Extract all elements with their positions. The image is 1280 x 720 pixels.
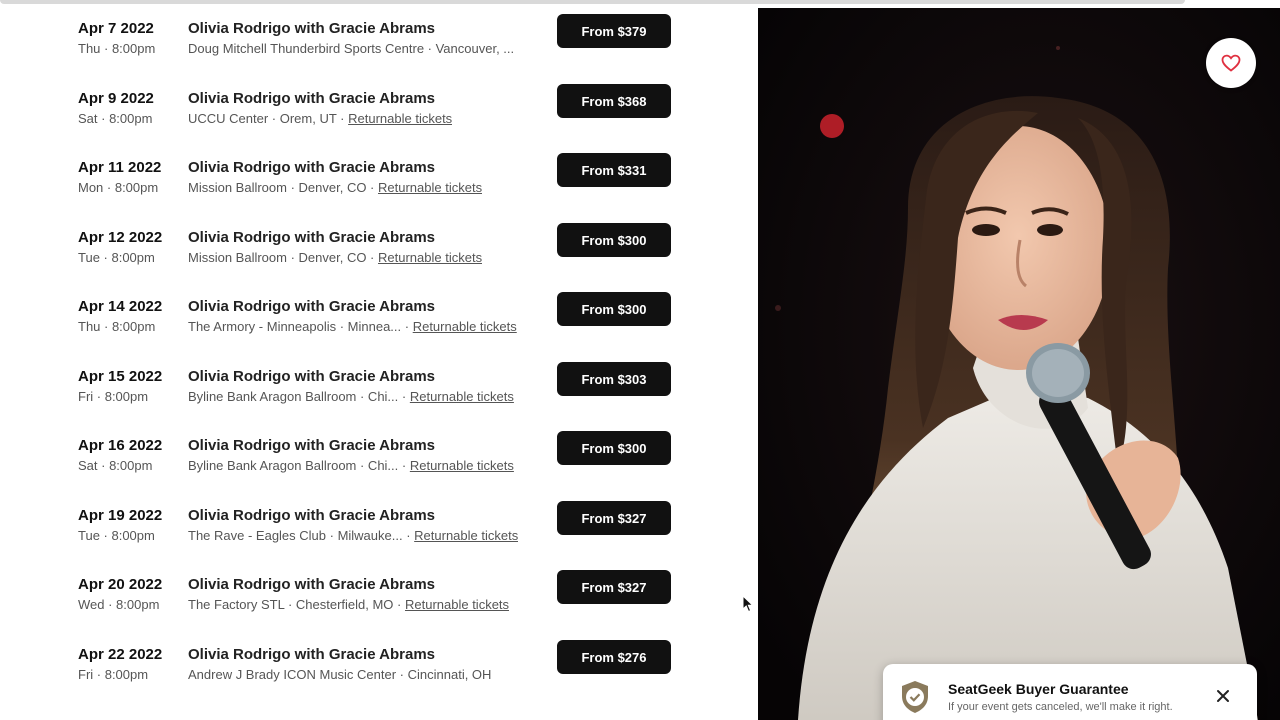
event-title[interactable]: Olivia Rodrigo with Gracie Abrams <box>188 368 435 385</box>
event-row[interactable]: Apr 19 2022 Tue · 8:00pm Olivia Rodrigo wi… <box>0 501 758 577</box>
event-venue: Mission Ballroom · Denver, CO · <box>188 180 375 195</box>
returnable-tickets-link[interactable]: Returnable tickets <box>413 319 517 334</box>
price-button[interactable]: From $368 <box>557 84 671 118</box>
artist-photo-image <box>758 8 1280 720</box>
event-date: Apr 20 2022 <box>78 576 163 593</box>
close-icon[interactable] <box>1213 686 1233 706</box>
event-date: Apr 9 2022 <box>78 90 154 107</box>
returnable-tickets-link[interactable]: Returnable tickets <box>378 180 482 195</box>
event-row[interactable]: Apr 16 2022 Sat · 8:00pm Olivia Rodrigo wi… <box>0 431 758 507</box>
event-row[interactable]: Apr 20 2022 Wed · 8:00pm Olivia Rodrigo wi… <box>0 570 758 646</box>
event-title[interactable]: Olivia Rodrigo with Gracie Abrams <box>188 90 435 107</box>
event-time: Fri · 8:00pm <box>78 667 149 682</box>
price-button[interactable]: From $276 <box>557 640 671 674</box>
event-time: Sat · 8:00pm <box>78 458 153 473</box>
event-date: Apr 16 2022 <box>78 437 163 454</box>
heart-icon <box>1221 54 1241 72</box>
event-date: Apr 14 2022 <box>78 298 163 315</box>
price-button[interactable]: From $300 <box>557 223 671 257</box>
mouse-cursor-icon <box>742 595 754 613</box>
artist-photo <box>758 8 1280 720</box>
event-row[interactable]: Apr 12 2022 Tue · 8:00pm Olivia Rodrigo wi… <box>0 223 758 299</box>
guarantee-subtitle: If your event gets canceled, we'll make … <box>948 701 1173 713</box>
event-title[interactable]: Olivia Rodrigo with Gracie Abrams <box>188 646 435 663</box>
returnable-tickets-link[interactable]: Returnable tickets <box>348 111 452 126</box>
event-venue-line: Andrew J Brady ICON Music Center · Cinci… <box>188 667 491 682</box>
event-venue: The Factory STL · Chesterfield, MO · <box>188 597 402 612</box>
event-venue-line: The Factory STL · Chesterfield, MO · Ret… <box>188 597 509 612</box>
event-title[interactable]: Olivia Rodrigo with Gracie Abrams <box>188 159 435 176</box>
event-venue: Andrew J Brady ICON Music Center · Cinci… <box>188 667 492 682</box>
price-button[interactable]: From $379 <box>557 14 671 48</box>
event-time: Sat · 8:00pm <box>78 111 153 126</box>
event-venue-line: Mission Ballroom · Denver, CO · Returnab… <box>188 180 482 195</box>
event-venue-line: Byline Bank Aragon Ballroom · Chi... · R… <box>188 458 514 473</box>
event-venue: Mission Ballroom · Denver, CO · <box>188 250 375 265</box>
event-venue-line: Doug Mitchell Thunderbird Sports Centre … <box>188 41 514 56</box>
event-title[interactable]: Olivia Rodrigo with Gracie Abrams <box>188 576 435 593</box>
event-time: Mon · 8:00pm <box>78 180 159 195</box>
event-title[interactable]: Olivia Rodrigo with Gracie Abrams <box>188 229 435 246</box>
event-time: Wed · 8:00pm <box>78 597 160 612</box>
event-venue-line: UCCU Center · Orem, UT · Returnable tick… <box>188 111 452 126</box>
event-time: Tue · 8:00pm <box>78 528 155 543</box>
returnable-tickets-link[interactable]: Returnable tickets <box>410 458 514 473</box>
event-time: Thu · 8:00pm <box>78 41 156 56</box>
event-venue: Byline Bank Aragon Ballroom · Chi... · <box>188 458 407 473</box>
event-title[interactable]: Olivia Rodrigo with Gracie Abrams <box>188 20 435 37</box>
event-venue-line: The Rave - Eagles Club · Milwauke... · R… <box>188 528 518 543</box>
event-venue-line: Byline Bank Aragon Ballroom · Chi... · R… <box>188 389 514 404</box>
event-venue-line: The Armory - Minneapolis · Minnea... · R… <box>188 319 517 334</box>
event-venue: Doug Mitchell Thunderbird Sports Centre … <box>188 41 515 56</box>
event-date: Apr 11 2022 <box>78 159 162 176</box>
event-venue: UCCU Center · Orem, UT · <box>188 111 345 126</box>
event-title[interactable]: Olivia Rodrigo with Gracie Abrams <box>188 507 435 524</box>
event-row[interactable]: Apr 11 2022 Mon · 8:00pm Olivia Rodrigo wi… <box>0 153 758 229</box>
event-time: Tue · 8:00pm <box>78 250 155 265</box>
returnable-tickets-link[interactable]: Returnable tickets <box>378 250 482 265</box>
returnable-tickets-link[interactable]: Returnable tickets <box>414 528 518 543</box>
price-button[interactable]: From $300 <box>557 431 671 465</box>
price-button[interactable]: From $327 <box>557 570 671 604</box>
event-venue: The Rave - Eagles Club · Milwauke... · <box>188 528 411 543</box>
event-date: Apr 12 2022 <box>78 229 163 246</box>
buyer-guarantee-banner: SeatGeek Buyer Guarantee If your event g… <box>883 664 1257 720</box>
event-row[interactable]: Apr 14 2022 Thu · 8:00pm Olivia Rodrigo wi… <box>0 292 758 368</box>
event-row[interactable]: Apr 22 2022 Fri · 8:00pm Olivia Rodrigo wi… <box>0 640 758 716</box>
event-date: Apr 7 2022 <box>78 20 154 37</box>
event-venue-line: Mission Ballroom · Denver, CO · Returnab… <box>188 250 482 265</box>
event-date: Apr 15 2022 <box>78 368 163 385</box>
event-row[interactable]: Apr 7 2022 Thu · 8:00pm Olivia Rodrigo wit… <box>0 14 758 90</box>
price-button[interactable]: From $327 <box>557 501 671 535</box>
event-row[interactable]: Apr 9 2022 Sat · 8:00pm Olivia Rodrigo wit… <box>0 84 758 160</box>
price-button[interactable]: From $303 <box>557 362 671 396</box>
event-date: Apr 19 2022 <box>78 507 163 524</box>
event-time: Fri · 8:00pm <box>78 389 149 404</box>
guarantee-title: SeatGeek Buyer Guarantee <box>948 681 1129 697</box>
event-date: Apr 22 2022 <box>78 646 163 663</box>
event-venue: The Armory - Minneapolis · Minnea... · <box>188 319 410 334</box>
event-list: Apr 7 2022 Thu · 8:00pm Olivia Rodrigo wit… <box>0 0 758 720</box>
event-venue: Byline Bank Aragon Ballroom · Chi... · <box>188 389 407 404</box>
event-title[interactable]: Olivia Rodrigo with Gracie Abrams <box>188 437 435 454</box>
shield-check-icon <box>902 681 928 713</box>
event-row[interactable]: Apr 15 2022 Fri · 8:00pm Olivia Rodrigo wi… <box>0 362 758 438</box>
event-title[interactable]: Olivia Rodrigo with Gracie Abrams <box>188 298 435 315</box>
event-time: Thu · 8:00pm <box>78 319 156 334</box>
price-button[interactable]: From $331 <box>557 153 671 187</box>
returnable-tickets-link[interactable]: Returnable tickets <box>405 597 509 612</box>
favorite-button[interactable] <box>1206 38 1256 88</box>
returnable-tickets-link[interactable]: Returnable tickets <box>410 389 514 404</box>
price-button[interactable]: From $300 <box>557 292 671 326</box>
